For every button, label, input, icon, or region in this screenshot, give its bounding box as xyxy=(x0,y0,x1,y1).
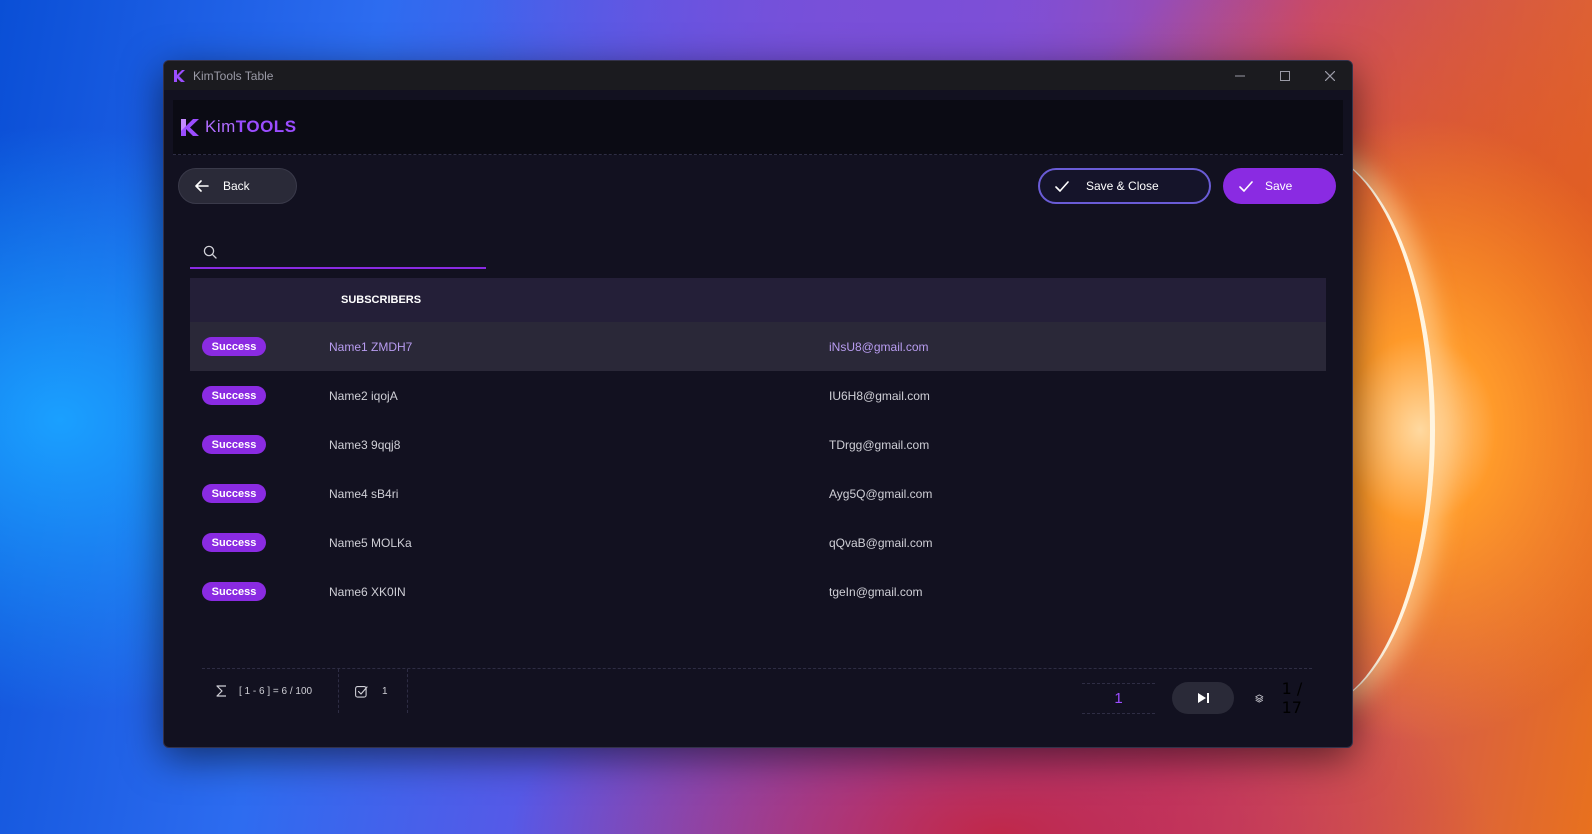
skip-next-icon xyxy=(1197,693,1209,703)
subscriber-name: Name3 9qqj8 xyxy=(329,437,401,452)
close-button[interactable] xyxy=(1307,61,1352,90)
kimtools-logo-icon xyxy=(174,69,185,82)
selected-count-text: 1 xyxy=(382,685,388,697)
record-range-text: [ 1 - 6 ] = 6 / 100 xyxy=(239,685,313,697)
brand-prefix: Kim xyxy=(205,117,236,136)
save-button[interactable]: Save xyxy=(1223,168,1336,204)
back-label: Back xyxy=(223,179,250,193)
window-title: KimTools Table xyxy=(193,68,274,83)
subscriber-email: tgeIn@gmail.com xyxy=(829,584,923,599)
check-icon xyxy=(1239,180,1253,192)
subscribers-table: SUBSCRIBERS Success Name1 ZMDH7 iNsU8@gm… xyxy=(190,278,1326,616)
table-footer: [ 1 - 6 ] = 6 / 100 1 1 1 / 17 xyxy=(202,668,1312,717)
back-button[interactable]: Back xyxy=(178,168,297,204)
subscriber-email: TDrgg@gmail.com xyxy=(829,437,930,452)
status-badge: Success xyxy=(202,337,266,356)
subscriber-email: IU6H8@gmail.com xyxy=(829,388,930,403)
minimize-button[interactable] xyxy=(1217,61,1262,90)
app-header: KimTOOLS xyxy=(173,100,1343,155)
status-badge: Success xyxy=(202,582,266,601)
table-row[interactable]: Success Name5 MOLKa qQvaB@gmail.com xyxy=(190,518,1326,567)
last-page-button[interactable] xyxy=(1172,682,1234,714)
save-close-label: Save & Close xyxy=(1086,179,1159,193)
page-count-text: 1 / 17 xyxy=(1281,679,1303,717)
kimtools-logo-icon xyxy=(181,118,199,136)
arrow-left-icon xyxy=(195,180,209,192)
status-badge: Success xyxy=(202,435,266,454)
status-badge: Success xyxy=(202,386,266,405)
subscriber-name: Name6 XK0IN xyxy=(329,584,406,599)
table-row[interactable]: Success Name4 sB4ri Ayg5Q@gmail.com xyxy=(190,469,1326,518)
app-window: KimTools Table KimTOOLS Back Save & Clos… xyxy=(163,60,1353,748)
brand-logo: KimTOOLS xyxy=(181,117,297,137)
table-row[interactable]: Success Name2 iqojA IU6H8@gmail.com xyxy=(190,371,1326,420)
table-row[interactable]: Success Name1 ZMDH7 iNsU8@gmail.com xyxy=(190,322,1326,371)
window-controls xyxy=(1217,61,1352,90)
save-close-button[interactable]: Save & Close xyxy=(1038,168,1211,204)
status-badge: Success xyxy=(202,484,266,503)
table-row[interactable]: Success Name6 XK0IN tgeIn@gmail.com xyxy=(190,567,1326,616)
save-label: Save xyxy=(1265,179,1293,193)
table-header: SUBSCRIBERS xyxy=(190,278,1326,322)
minimize-icon xyxy=(1234,75,1245,76)
subscriber-email: iNsU8@gmail.com xyxy=(829,339,929,354)
page-count: 1 / 17 xyxy=(1255,679,1312,717)
selected-count: 1 xyxy=(355,669,408,713)
checkbox-checked-icon xyxy=(355,685,368,698)
layers-icon xyxy=(1255,694,1264,702)
subscriber-name: Name4 sB4ri xyxy=(329,486,399,501)
sigma-icon xyxy=(216,685,226,697)
subscriber-name: Name1 ZMDH7 xyxy=(329,339,413,354)
subscriber-name: Name5 MOLKa xyxy=(329,535,412,550)
title-bar[interactable]: KimTools Table xyxy=(164,61,1352,90)
subscriber-email: Ayg5Q@gmail.com xyxy=(829,486,933,501)
brand-name: KimTOOLS xyxy=(205,117,297,137)
check-icon xyxy=(1055,180,1069,192)
search-icon xyxy=(203,245,217,259)
current-page[interactable]: 1 xyxy=(1082,683,1155,714)
brand-suffix: TOOLS xyxy=(235,117,297,136)
subscriber-email: qQvaB@gmail.com xyxy=(829,535,933,550)
close-icon xyxy=(1324,70,1335,81)
record-range: [ 1 - 6 ] = 6 / 100 xyxy=(216,669,339,713)
column-header-subscribers[interactable]: SUBSCRIBERS xyxy=(341,294,421,306)
subscriber-name: Name2 iqojA xyxy=(329,388,398,403)
search-box xyxy=(190,236,486,269)
maximize-button[interactable] xyxy=(1262,61,1307,90)
status-badge: Success xyxy=(202,533,266,552)
search-input[interactable] xyxy=(225,243,479,260)
maximize-icon xyxy=(1279,70,1290,81)
table-row[interactable]: Success Name3 9qqj8 TDrgg@gmail.com xyxy=(190,420,1326,469)
